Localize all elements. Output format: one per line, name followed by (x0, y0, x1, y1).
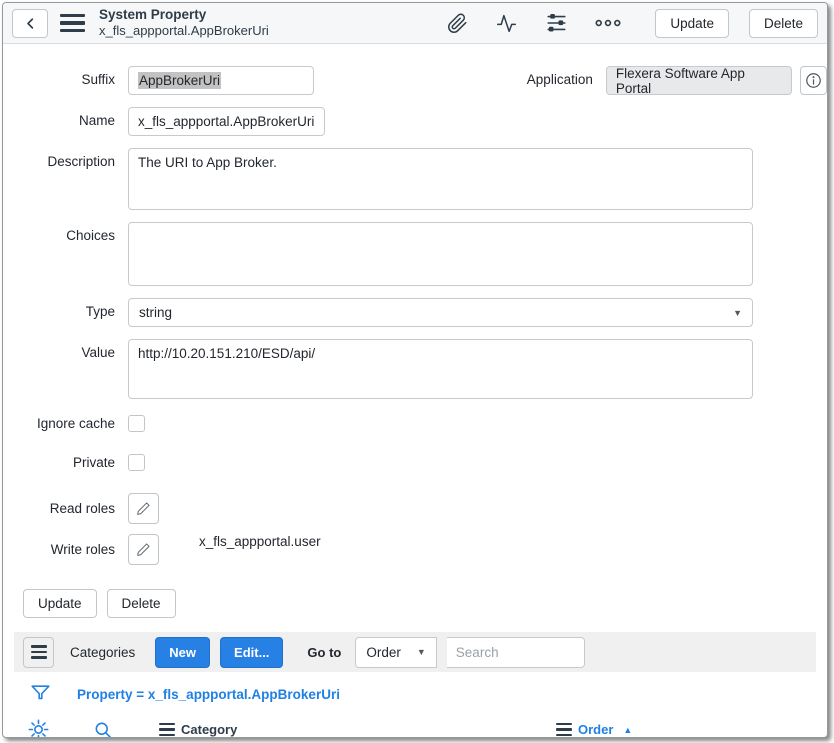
goto-selected-value: Order (366, 645, 401, 660)
row-read-roles: Read roles (3, 493, 827, 524)
form-body: Suffix AppBrokerUri Application Flexera … (3, 44, 827, 618)
row-ignore-cache: Ignore cache (3, 415, 827, 432)
funnel-icon[interactable] (30, 683, 51, 706)
column-menu-icon (556, 723, 572, 737)
goto-column-select[interactable]: Order ▼ (355, 637, 436, 668)
read-roles-label: Read roles (3, 501, 128, 516)
row-type: Type string ▼ (3, 298, 827, 327)
edit-button[interactable]: Edit... (220, 637, 283, 668)
description-label: Description (3, 148, 128, 169)
application-value: Flexera Software App Portal (616, 66, 782, 96)
write-roles-label: Write roles (3, 542, 128, 557)
pencil-icon (136, 501, 151, 516)
row-write-roles: Write roles x_fls_appportal.user (3, 534, 827, 565)
column-header-category[interactable]: Category (159, 722, 237, 737)
sort-ascending-icon: ▲ (623, 725, 632, 735)
application-field: Flexera Software App Portal (606, 66, 792, 95)
name-input[interactable] (128, 107, 325, 136)
chevron-left-icon (23, 16, 38, 31)
form-header: System Property x_fls_appportal.AppBroke… (3, 3, 827, 44)
choices-label: Choices (3, 222, 128, 243)
application-info-button[interactable] (800, 66, 827, 95)
private-label: Private (3, 455, 128, 470)
list-search-input[interactable] (447, 637, 585, 668)
row-suffix-application: Suffix AppBrokerUri Application Flexera … (3, 66, 827, 95)
goto-label: Go to (307, 645, 341, 660)
back-button[interactable] (12, 9, 48, 38)
ignore-cache-checkbox[interactable] (128, 415, 145, 432)
name-label: Name (3, 107, 128, 128)
form-context-menu-icon[interactable] (60, 14, 85, 33)
application-label: Application (314, 66, 606, 87)
update-button-header[interactable]: Update (655, 9, 729, 38)
pencil-icon (136, 542, 151, 557)
paperclip-icon[interactable] (447, 13, 468, 34)
record-title-block: System Property x_fls_appportal.AppBroke… (99, 7, 269, 39)
read-roles-edit-button[interactable] (128, 493, 159, 524)
column-header-order[interactable]: Order ▲ (556, 722, 632, 737)
column-menu-icon (159, 723, 175, 737)
page-title: System Property (99, 7, 269, 23)
delete-button-footer[interactable]: Delete (107, 589, 176, 618)
gear-icon[interactable] (28, 719, 49, 738)
row-value: Value http://10.20.151.210/ESD/api/ (3, 339, 827, 399)
personalize-form-icon[interactable] (545, 12, 568, 34)
description-textarea[interactable]: The URI to App Broker. (128, 148, 753, 210)
row-description: Description The URI to App Broker. (3, 148, 827, 210)
row-choices: Choices (3, 222, 827, 286)
header-icon-group (447, 12, 621, 34)
list-filter-row: Property = x_fls_appportal.AppBrokerUri (14, 672, 816, 712)
categories-toolbar: Categories New Edit... Go to Order ▼ (14, 632, 816, 672)
record-window: System Property x_fls_appportal.AppBroke… (2, 2, 828, 738)
write-roles-value: x_fls_appportal.user (199, 534, 321, 549)
row-private: Private (3, 454, 827, 471)
hamburger-menu-icon (31, 645, 47, 659)
categories-related-list: Categories New Edit... Go to Order ▼ Pro… (14, 632, 816, 738)
write-roles-edit-button[interactable] (128, 534, 159, 565)
suffix-input[interactable]: AppBrokerUri (128, 66, 314, 95)
record-name: x_fls_appportal.AppBrokerUri (99, 23, 269, 39)
suffix-label: Suffix (3, 66, 128, 87)
chevron-down-icon: ▼ (733, 308, 742, 318)
private-checkbox[interactable] (128, 454, 145, 471)
more-options-icon[interactable] (595, 17, 621, 29)
value-textarea[interactable]: http://10.20.151.210/ESD/api/ (128, 339, 753, 399)
value-label: Value (3, 339, 128, 360)
column-label: Category (181, 722, 237, 737)
type-label: Type (3, 298, 128, 319)
related-list-title: Categories (70, 645, 135, 660)
list-column-header-row: Category Order ▲ (14, 712, 816, 738)
chevron-down-icon: ▼ (417, 647, 426, 657)
row-name: Name (3, 107, 827, 136)
type-select[interactable]: string ▼ (128, 298, 753, 327)
new-button[interactable]: New (155, 637, 210, 668)
form-actions: Update Delete (3, 575, 827, 618)
choices-textarea[interactable] (128, 222, 753, 286)
delete-button-header[interactable]: Delete (749, 9, 818, 38)
info-icon (805, 72, 822, 89)
type-selected-value: string (139, 305, 172, 320)
filter-breadcrumb[interactable]: Property = x_fls_appportal.AppBrokerUri (77, 687, 340, 702)
activity-stream-icon[interactable] (495, 13, 518, 34)
update-button-footer[interactable]: Update (23, 589, 97, 618)
list-context-menu-button[interactable] (23, 637, 54, 668)
column-label: Order (578, 722, 613, 737)
search-icon[interactable] (93, 720, 113, 739)
suffix-selected-text: AppBrokerUri (138, 72, 221, 89)
ignore-cache-label: Ignore cache (3, 416, 128, 431)
